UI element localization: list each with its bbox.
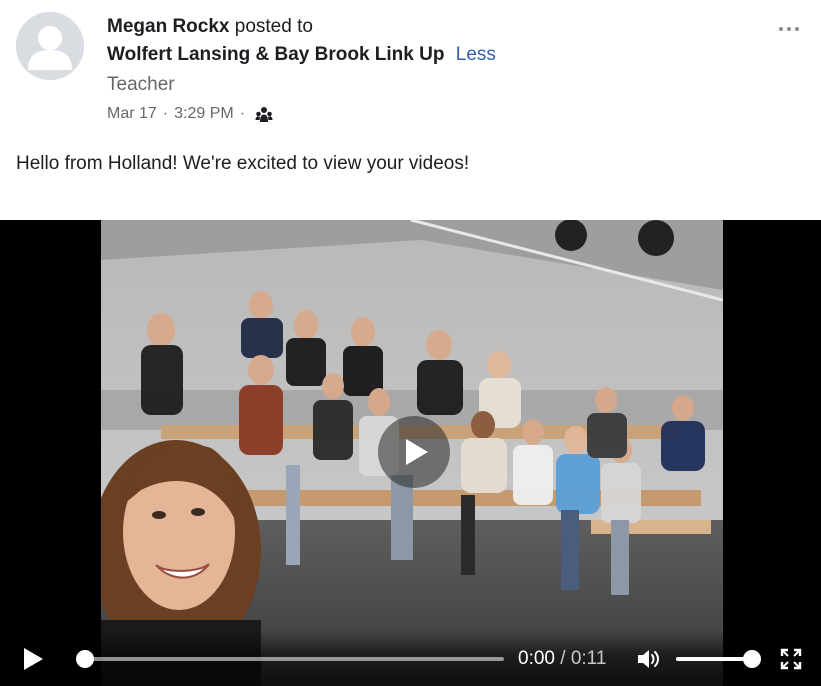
- more-dot: [787, 27, 791, 31]
- author-line: Megan Rockx posted to: [107, 14, 496, 40]
- play-icon[interactable]: [24, 648, 44, 670]
- time-display: 0:00 / 0:11: [518, 647, 606, 671]
- avatar-placeholder-icon: [16, 12, 84, 80]
- volume-icon[interactable]: [636, 647, 662, 671]
- author-name[interactable]: Megan Rockx: [107, 16, 229, 37]
- audience-separator: ·: [239, 105, 246, 122]
- duration: 0:11: [570, 648, 607, 669]
- post-time[interactable]: 3:29 PM: [174, 100, 234, 128]
- author-avatar[interactable]: [16, 12, 84, 80]
- volume-slider[interactable]: [676, 650, 761, 668]
- timestamp-separator: ·: [162, 105, 169, 122]
- more-options-icon[interactable]: [779, 24, 803, 34]
- post-date[interactable]: Mar 17: [107, 100, 157, 128]
- group-line: Wolfert Lansing & Bay Brook Link Up Less: [107, 40, 496, 70]
- posted-to-text: posted to: [234, 16, 313, 37]
- seek-track: [76, 657, 504, 661]
- author-role: Teacher: [107, 74, 175, 95]
- post-timestamp-line: Mar 17 · 3:29 PM ·: [107, 100, 496, 128]
- play-overlay-icon[interactable]: [378, 416, 450, 488]
- video-controls-bar: 0:00 / 0:11: [0, 630, 821, 686]
- post-body-text: Hello from Holland! We're excited to vie…: [16, 153, 470, 174]
- group-name-link[interactable]: Wolfert Lansing & Bay Brook Link Up: [107, 44, 444, 65]
- fullscreen-icon[interactable]: [780, 648, 802, 670]
- more-dot: [795, 27, 799, 31]
- more-dot: [779, 27, 783, 31]
- volume-level: [676, 657, 752, 661]
- volume-handle[interactable]: [742, 650, 761, 668]
- seek-handle[interactable]: [76, 650, 94, 668]
- time-separator: /: [560, 648, 566, 669]
- current-time: 0:00: [518, 648, 555, 669]
- video-player[interactable]: 0:00 / 0:11: [0, 220, 821, 686]
- less-link[interactable]: Less: [456, 44, 496, 65]
- post-header: Megan Rockx posted to Wolfert Lansing & …: [107, 14, 496, 128]
- group-audience-icon: [255, 105, 273, 123]
- seek-bar[interactable]: [76, 650, 504, 668]
